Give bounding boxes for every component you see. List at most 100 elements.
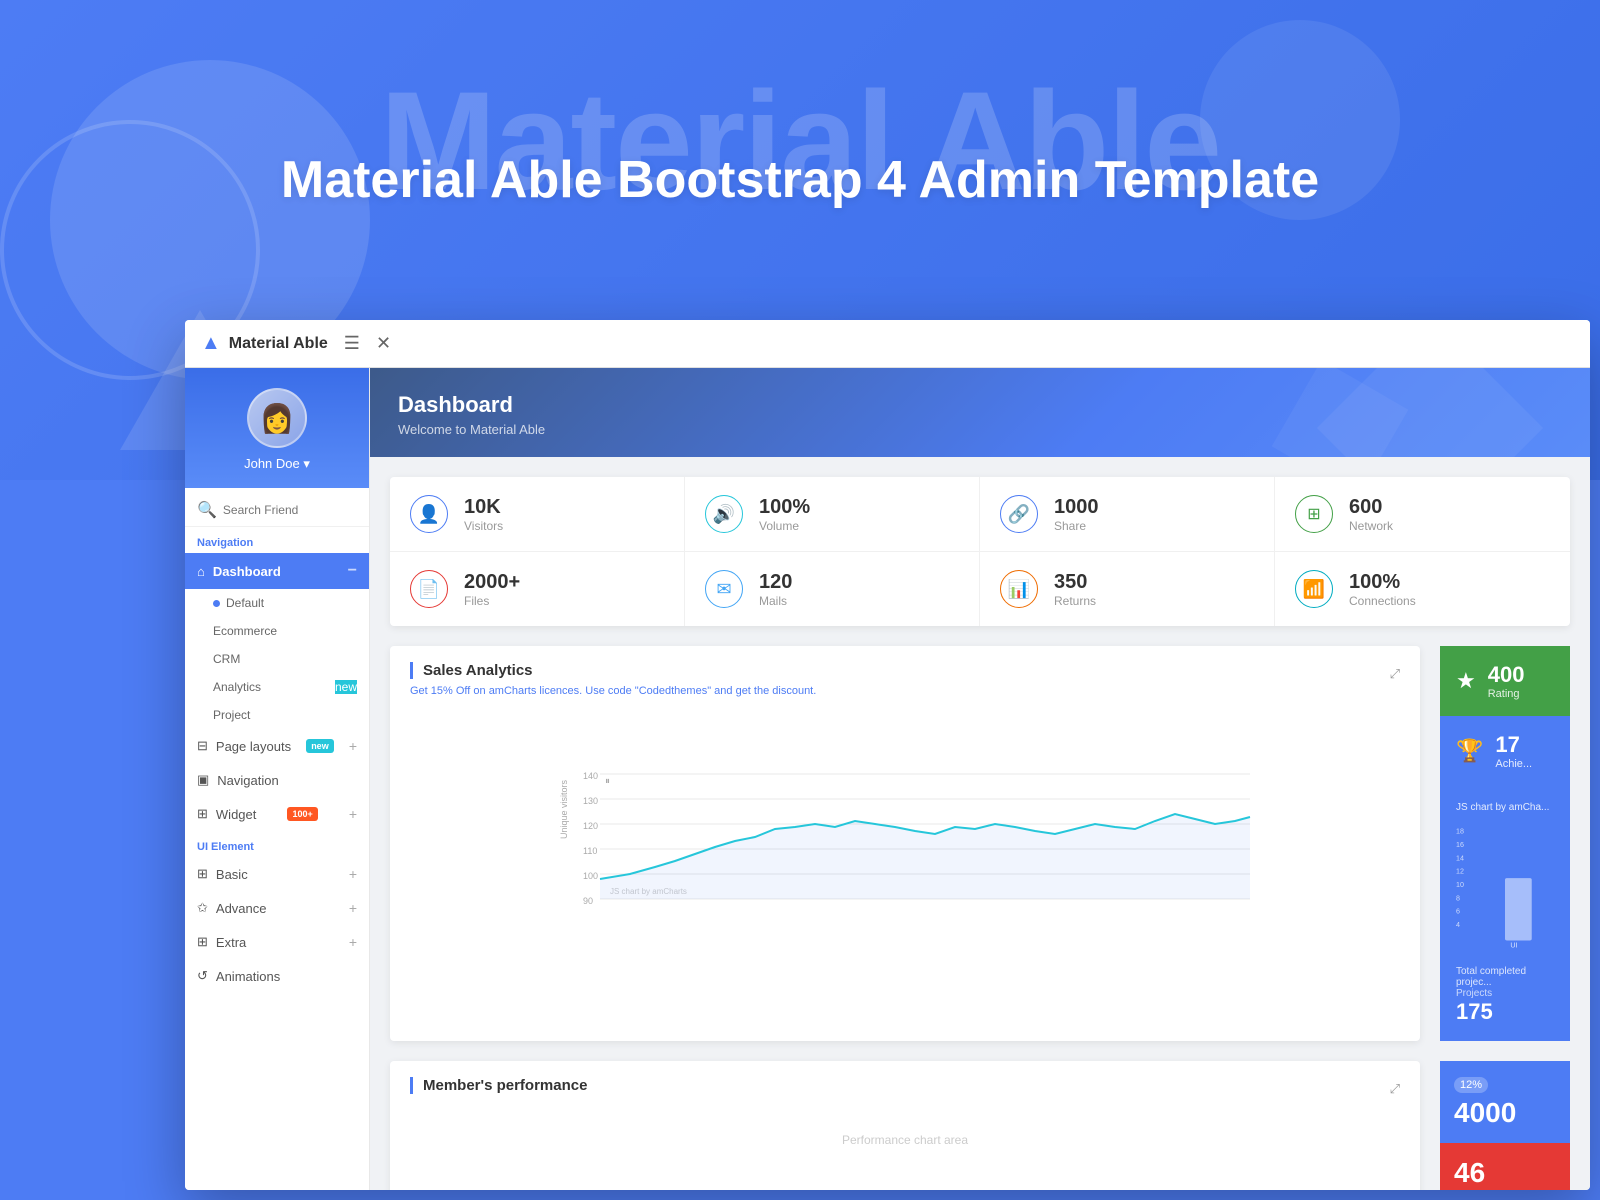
ui-section-label: UI Element (185, 831, 369, 857)
rb-card-red: 46 (1440, 1143, 1570, 1190)
svg-text:12: 12 (1456, 868, 1464, 876)
stat-returns: 📊 350 Returns (980, 552, 1275, 626)
page-subtitle: Welcome to Material Able (398, 422, 1562, 437)
right-bottom: 12% 4000 46 (1440, 1061, 1570, 1190)
sidebar-item-label: Dashboard (213, 564, 281, 579)
stat-share: 🔗 1000 Share (980, 477, 1275, 552)
chart-area: 90 100 110 120 130 140 Unique visitors (410, 709, 1400, 909)
svg-text:140: 140 (583, 771, 598, 781)
svg-text:4: 4 (1456, 921, 1460, 929)
achievement-card: 🏆 17 Achie... (1440, 716, 1570, 786)
plus-icon: + (349, 806, 357, 822)
volume-label: Volume (759, 519, 810, 533)
close-icon[interactable]: ✕ (376, 333, 391, 354)
sidebar-item-label: Widget (216, 807, 256, 822)
sidebar-sub-label: Default (226, 596, 264, 610)
rb-value-blue: 4000 (1454, 1097, 1556, 1129)
svg-text:110: 110 (583, 846, 597, 856)
logo-icon: ▲ (201, 332, 221, 355)
bar-chart-label: JS chart by amCha... (1456, 802, 1554, 813)
sidebar-item-label: Basic (216, 867, 248, 882)
rating-card: ★ 400 Rating (1440, 646, 1570, 716)
stat-files: 📄 2000+ Files (390, 552, 685, 626)
right-panel: ★ 400 Rating 🏆 17 Achie... (1440, 646, 1570, 1041)
mails-label: Mails (759, 594, 792, 608)
files-value: 2000+ (464, 571, 520, 594)
expand-icon[interactable]: ⤢ (1390, 1081, 1400, 1097)
rating-value: 400 (1488, 662, 1525, 688)
star-icon: ★ (1456, 668, 1476, 694)
returns-icon: 📊 (1000, 570, 1038, 608)
sidebar-item-extra[interactable]: ⊞ Extra + (185, 925, 369, 959)
sales-chart-card: Sales Analytics ⤢ Get 15% Off on amChart… (390, 646, 1420, 1041)
page-layouts-icon: ⊟ (197, 738, 208, 754)
stats-grid: 👤 10K Visitors 🔊 100% Volume 🔗 (390, 477, 1570, 626)
search-icon: 🔍 (197, 500, 217, 520)
plus-icon: + (349, 866, 357, 882)
sidebar-item-label: Animations (216, 969, 280, 984)
content-header: Dashboard Welcome to Material Able (370, 368, 1590, 457)
sidebar-item-navigation[interactable]: ▣ Navigation (185, 763, 369, 797)
mails-icon: ✉ (705, 570, 743, 608)
svg-text:⏸: ⏸ (605, 776, 610, 787)
bottom-row: Member's performance ⤢ Performance chart… (390, 1061, 1570, 1190)
volume-value: 100% (759, 496, 810, 519)
chart-subtitle: Get 15% Off on amCharts licences. Use co… (410, 685, 1400, 697)
user-name[interactable]: John Doe ▾ (244, 456, 310, 472)
sidebar-item-project[interactable]: Project (185, 701, 369, 729)
bar-chart-card: JS chart by amCha... 18 16 14 12 10 8 6 … (1440, 786, 1570, 1041)
plus-icon: + (349, 934, 357, 950)
rating-label: Rating (1488, 688, 1525, 700)
sidebar-item-basic[interactable]: ⊞ Basic + (185, 857, 369, 891)
hero-title: Material Able Bootstrap 4 Admin Template (0, 150, 1600, 210)
topbar-brand: Material Able (229, 335, 328, 353)
rb-value-red: 46 (1454, 1157, 1556, 1189)
sidebar-item-widget[interactable]: ⊞ Widget 100+ + (185, 797, 369, 831)
sidebar-item-label: Navigation (217, 773, 278, 788)
perf-chart-placeholder: Performance chart area (410, 1100, 1400, 1180)
dot-icon (213, 600, 220, 607)
connections-value: 100% (1349, 571, 1416, 594)
menu-icon[interactable]: ☰ (344, 333, 360, 354)
returns-label: Returns (1054, 594, 1096, 608)
svg-text:100: 100 (583, 871, 598, 881)
mails-value: 120 (759, 571, 792, 594)
extra-icon: ⊞ (197, 934, 208, 950)
files-label: Files (464, 594, 520, 608)
sidebar-item-default[interactable]: Default (185, 589, 369, 617)
sidebar-item-crm[interactable]: CRM (185, 645, 369, 673)
main-layout: 👩 John Doe ▾ 🔍 Navigation ⌂ Dashboard − … (185, 368, 1590, 1190)
chart-expand-icon[interactable]: ⤢ (1390, 666, 1400, 682)
dashboard-minus: − (348, 562, 357, 580)
member-perf-title: Member's performance (410, 1077, 587, 1094)
svg-text:18: 18 (1456, 828, 1464, 836)
plus-icon: + (349, 900, 357, 916)
mini-bar-svg: 18 16 14 12 10 8 6 4 UI (1456, 817, 1554, 957)
sidebar-item-dashboard[interactable]: ⌂ Dashboard − (185, 553, 369, 589)
connections-icon: 📶 (1295, 570, 1333, 608)
sidebar-item-animations[interactable]: ↺ Animations (185, 959, 369, 993)
trophy-icon: 🏆 (1456, 738, 1483, 764)
sidebar-sub-label: Ecommerce (213, 624, 277, 638)
sidebar-item-analytics[interactable]: Analytics new (185, 673, 369, 701)
nav-section-label: Navigation (185, 527, 369, 553)
navigation-icon: ▣ (197, 772, 209, 788)
network-value: 600 (1349, 496, 1393, 519)
sidebar-item-page-layouts[interactable]: ⊟ Page layouts new + (185, 729, 369, 763)
search-input[interactable] (223, 503, 357, 517)
sidebar-item-ecommerce[interactable]: Ecommerce (185, 617, 369, 645)
svg-text:Unique visitors: Unique visitors (559, 779, 569, 839)
sidebar-search-container: 🔍 (185, 488, 369, 527)
sidebar-sub-label: Project (213, 708, 250, 722)
dashboard-icon: ⌂ (197, 564, 205, 579)
sidebar-item-advance[interactable]: ✩ Advance + (185, 891, 369, 925)
topbar-icons: ☰ ✕ (344, 333, 391, 354)
widget-badge: 100+ (287, 807, 317, 821)
svg-text:120: 120 (583, 821, 598, 831)
stat-mails: ✉ 120 Mails (685, 552, 980, 626)
visitors-label: Visitors (464, 519, 503, 533)
advance-icon: ✩ (197, 900, 208, 916)
svg-text:14: 14 (1456, 854, 1464, 862)
app-window: ▲ Material Able ☰ ✕ 👩 John Doe ▾ 🔍 Navig… (185, 320, 1590, 1190)
projects-label: Projects (1456, 988, 1554, 999)
